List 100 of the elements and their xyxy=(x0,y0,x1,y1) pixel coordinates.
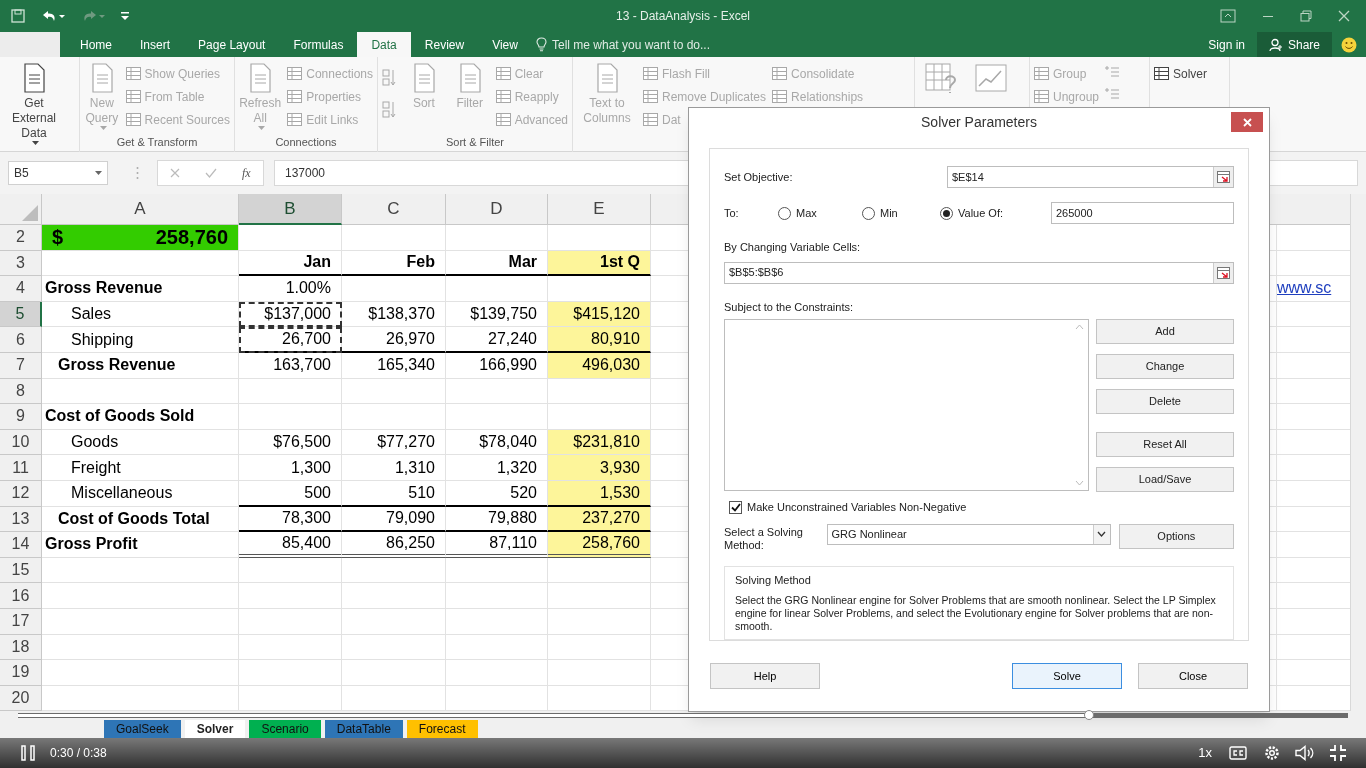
ribbon-tab[interactable]: Insert xyxy=(126,32,185,57)
row-header[interactable]: 10 xyxy=(0,429,42,456)
row-header[interactable]: 4 xyxy=(0,276,42,302)
settings-button[interactable] xyxy=(1263,744,1281,762)
radio-button[interactable] xyxy=(778,206,791,220)
radio-option[interactable]: Min xyxy=(862,204,940,222)
name-box[interactable]: B5 xyxy=(8,161,108,185)
dialog-button[interactable]: Add xyxy=(1096,319,1234,344)
options-button[interactable]: Options xyxy=(1118,523,1234,549)
radio-button[interactable] xyxy=(940,206,953,220)
dialog-button[interactable]: Help xyxy=(710,663,820,689)
lightbulb-icon xyxy=(535,37,547,52)
table-icon xyxy=(1034,67,1049,80)
table-cell: Sales xyxy=(42,301,239,328)
currency-symbol: $ xyxy=(573,432,583,453)
ribbon-display-icon[interactable] xyxy=(1220,9,1236,23)
dialog-button[interactable]: Reset All xyxy=(1096,432,1234,457)
row-header[interactable]: 5 xyxy=(0,301,42,328)
table-cell: Miscellaneous xyxy=(42,480,239,507)
sheet-tab[interactable]: Scenario xyxy=(249,720,321,739)
row-header[interactable]: 19 xyxy=(0,660,42,686)
row-header[interactable]: 3 xyxy=(0,250,42,277)
objective-field[interactable]: $E$14 xyxy=(947,166,1234,188)
close-icon[interactable] xyxy=(1338,10,1350,22)
ribbon-tab[interactable]: Data xyxy=(357,32,411,57)
row-header[interactable]: 13 xyxy=(0,506,42,533)
close-button[interactable] xyxy=(1231,112,1263,132)
ribbon-tab[interactable]: Review xyxy=(410,32,479,57)
ribbon-button[interactable]: Solver xyxy=(1154,62,1207,85)
progress-track[interactable] xyxy=(18,713,1348,718)
row-header[interactable]: 17 xyxy=(0,608,42,635)
table-cell: 520 xyxy=(446,480,548,507)
table-cell: 79,880 xyxy=(446,506,548,533)
table-cell: 87,110 xyxy=(446,532,548,558)
save-icon[interactable] xyxy=(10,8,26,24)
row-header[interactable]: 15 xyxy=(0,557,42,584)
enter-icon[interactable] xyxy=(205,168,218,178)
row-header[interactable]: 20 xyxy=(0,685,42,712)
checkbox[interactable] xyxy=(729,500,742,514)
cancel-icon[interactable] xyxy=(170,168,181,178)
value-field[interactable]: 265000 xyxy=(1051,202,1234,224)
radio-option[interactable]: Max xyxy=(778,204,862,222)
range-select-button[interactable] xyxy=(1213,262,1233,283)
sign-in-link[interactable]: Sign in xyxy=(1208,32,1245,57)
table-cell: 510 xyxy=(342,480,446,507)
sheet-tab[interactable]: DataTable xyxy=(324,720,403,739)
dialog-button[interactable]: Load/Save xyxy=(1096,467,1234,492)
range-icon xyxy=(1217,266,1230,279)
speaker-icon xyxy=(1295,745,1315,761)
progress-handle[interactable] xyxy=(1083,710,1094,720)
dialog-button[interactable]: Solve xyxy=(1012,663,1122,689)
table-icon xyxy=(1154,67,1169,80)
ribbon-button[interactable]: Get External Data xyxy=(4,62,64,146)
range-select-button[interactable] xyxy=(1213,167,1233,187)
row-header[interactable]: 18 xyxy=(0,634,42,661)
ribbon-tab[interactable]: Formulas xyxy=(279,32,358,57)
row-header[interactable]: 9 xyxy=(0,404,42,430)
smiley-icon[interactable] xyxy=(1341,37,1357,53)
ribbon-tab[interactable]: View xyxy=(478,32,532,57)
dialog-button[interactable]: Close xyxy=(1138,663,1248,689)
row-header[interactable]: 12 xyxy=(0,480,42,507)
table-icon xyxy=(495,67,511,80)
pause-button[interactable] xyxy=(19,744,37,762)
row-header[interactable]: 7 xyxy=(0,352,42,379)
method-dropdown[interactable]: GRG Nonlinear xyxy=(826,523,1111,545)
dialog-button[interactable]: Change xyxy=(1096,354,1234,379)
row-header[interactable]: 16 xyxy=(0,583,42,609)
row-header[interactable]: 11 xyxy=(0,455,42,481)
sheet-tab[interactable]: GoalSeek xyxy=(104,720,181,739)
row-header[interactable]: 14 xyxy=(0,532,42,558)
radio-option[interactable]: Value Of: xyxy=(940,204,1051,222)
captions-button[interactable] xyxy=(1229,745,1249,761)
restore-icon[interactable] xyxy=(1300,10,1312,22)
insert-function-button[interactable]: fx xyxy=(241,164,251,182)
variable-cells-field[interactable]: $B$5:$B$6 xyxy=(724,261,1234,284)
sheet-tab[interactable]: Forecast xyxy=(406,720,478,739)
tell-me-search[interactable]: Tell me what you want to do... xyxy=(535,32,711,57)
column-header[interactable]: D xyxy=(446,194,548,225)
radio-button[interactable] xyxy=(862,206,875,220)
ribbon-tab[interactable]: Page Layout xyxy=(184,32,280,57)
row-header[interactable]: 8 xyxy=(0,378,42,405)
share-button[interactable]: Share xyxy=(1257,32,1332,57)
dialog-button[interactable]: Delete xyxy=(1096,389,1234,414)
sheet-tab[interactable]: Solver xyxy=(184,720,246,739)
row-header[interactable]: 6 xyxy=(0,327,42,353)
checkbox-option[interactable]: Make Unconstrained Variables Non-Negative xyxy=(729,499,1234,516)
website-link[interactable]: www.sc xyxy=(1277,276,1332,301)
column-header[interactable]: A xyxy=(42,194,239,225)
column-header[interactable]: C xyxy=(342,194,446,225)
column-header[interactable]: B xyxy=(239,194,342,225)
row-header[interactable]: 2 xyxy=(0,225,42,251)
exit-fullscreen-button[interactable] xyxy=(1329,744,1347,762)
ribbon-tab[interactable]: Home xyxy=(66,32,126,57)
speed-button[interactable]: 1x xyxy=(1198,743,1212,763)
table-cell: 85,400 xyxy=(239,532,342,558)
column-header[interactable]: E xyxy=(548,194,651,225)
volume-button[interactable] xyxy=(1295,744,1315,762)
table-icon xyxy=(643,67,658,80)
person-icon xyxy=(1269,37,1283,52)
customize-icon[interactable] xyxy=(120,10,130,22)
